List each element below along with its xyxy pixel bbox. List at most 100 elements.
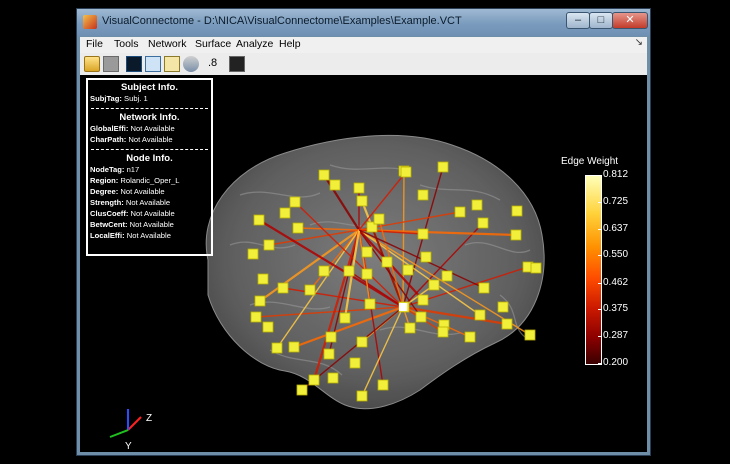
brain-node[interactable]	[404, 322, 416, 334]
info-row: Strength: Not Available	[90, 198, 171, 207]
axis-triad: Z Y	[109, 409, 152, 452]
app-icon	[83, 15, 97, 29]
brain-node[interactable]	[373, 213, 385, 225]
colorbar-title: Edge Weight	[561, 156, 619, 167]
colorbar-tick: 0.812	[597, 169, 629, 180]
colorbar-tick: 0.200	[597, 357, 629, 368]
title-bar[interactable]: VisualConnectome - D:\NICA\VisualConnect…	[77, 9, 650, 36]
brain-node[interactable]	[437, 326, 449, 338]
brain-node[interactable]	[325, 331, 337, 343]
brain-node[interactable]	[474, 309, 486, 321]
menu-help[interactable]: Help	[279, 38, 301, 50]
brain-node[interactable]	[454, 206, 466, 218]
colorbar-tick: 0.550	[597, 249, 629, 260]
brain-node[interactable]	[262, 321, 274, 333]
brain-node[interactable]	[327, 372, 339, 384]
info-row: Region: Rolandic_Oper_L	[90, 176, 180, 185]
node-info-title: Node Info.	[126, 153, 173, 164]
brain-node[interactable]	[377, 379, 389, 391]
brain-node[interactable]	[364, 298, 376, 310]
brain-node[interactable]	[323, 348, 335, 360]
brain-node[interactable]	[415, 311, 427, 323]
brain-node[interactable]	[477, 217, 489, 229]
axis-y-label: Y	[125, 441, 132, 452]
brain-node[interactable]	[420, 251, 432, 263]
brain-node[interactable]	[353, 182, 365, 194]
info-row: BetwCent: Not Available	[90, 220, 174, 229]
brain-node[interactable]	[343, 265, 355, 277]
folder-open-icon[interactable]	[84, 56, 100, 72]
brain-node[interactable]	[471, 199, 483, 211]
menu-surface[interactable]: Surface	[195, 38, 231, 50]
menu-bar: File Tools Network Surface Analyze Help …	[80, 37, 647, 53]
snapshot-icon[interactable]	[229, 56, 245, 72]
info-row: CharPath: Not Available	[90, 135, 173, 144]
brain-node[interactable]	[339, 312, 351, 324]
menu-tools[interactable]: Tools	[114, 38, 139, 50]
brain-node[interactable]	[263, 239, 275, 251]
brain-node[interactable]	[381, 256, 393, 268]
copy-icon[interactable]	[164, 56, 180, 72]
maximize-button[interactable]: □	[589, 12, 613, 29]
brain-node[interactable]	[361, 246, 373, 258]
brain-node[interactable]	[464, 331, 476, 343]
brain-node[interactable]	[289, 196, 301, 208]
brain-node[interactable]	[417, 228, 429, 240]
brain-node[interactable]	[510, 229, 522, 241]
brain-node[interactable]	[356, 390, 368, 402]
brain-node[interactable]	[417, 189, 429, 201]
brain-node[interactable]	[318, 169, 330, 181]
brain-node[interactable]	[279, 207, 291, 219]
brain-node[interactable]	[417, 294, 429, 306]
brain-node[interactable]	[478, 282, 490, 294]
brain-node[interactable]	[304, 284, 316, 296]
brain-node[interactable]	[254, 295, 266, 307]
brain-node[interactable]	[329, 179, 341, 191]
brain-node[interactable]	[356, 336, 368, 348]
brain-node[interactable]	[253, 214, 265, 226]
selected-node[interactable]	[399, 303, 407, 311]
dock-arrow-icon[interactable]: ↘	[635, 37, 643, 48]
brain-node[interactable]	[257, 273, 269, 285]
brain-node[interactable]	[428, 279, 440, 291]
brain-node[interactable]	[349, 357, 361, 369]
brain-node[interactable]	[511, 205, 523, 217]
colorbar-tick: 0.637	[597, 223, 629, 234]
brain-node[interactable]	[277, 282, 289, 294]
settings-icon[interactable]	[183, 56, 199, 72]
save-icon[interactable]	[103, 56, 119, 72]
brain-node[interactable]	[441, 270, 453, 282]
brain-node[interactable]	[361, 268, 373, 280]
menu-analyze[interactable]: Analyze	[236, 38, 273, 50]
brain-node[interactable]	[292, 222, 304, 234]
info-row: ClusCoeff: Not Available	[90, 209, 175, 218]
threshold-value[interactable]: .8	[208, 57, 217, 69]
brain-node[interactable]	[271, 342, 283, 354]
brain-node[interactable]	[288, 341, 300, 353]
menu-network[interactable]: Network	[148, 38, 187, 50]
render-canvas[interactable]: Z Y Subject Info. SubjTag: Subj. 1 Netwo…	[80, 75, 647, 452]
brain-node[interactable]	[497, 301, 509, 313]
brain-node[interactable]	[356, 195, 368, 207]
brain-node[interactable]	[437, 161, 449, 173]
brain-node[interactable]	[247, 248, 259, 260]
info-panel: Subject Info. SubjTag: Subj. 1 Network I…	[86, 78, 213, 256]
info-row: GlobalEffi: Not Available	[90, 124, 175, 133]
brain-node[interactable]	[400, 166, 412, 178]
brain-node[interactable]	[530, 262, 542, 274]
colorbar-tick: 0.287	[597, 330, 629, 341]
subject-info-title: Subject Info.	[121, 82, 178, 93]
brain-node[interactable]	[296, 384, 308, 396]
minimize-button[interactable]: –	[566, 12, 590, 29]
brain-node[interactable]	[501, 318, 513, 330]
brain-node[interactable]	[250, 311, 262, 323]
brain-node[interactable]	[402, 264, 414, 276]
view-panel-icon[interactable]	[145, 56, 161, 72]
info-row: NodeTag: n17	[90, 165, 140, 174]
brain-node[interactable]	[308, 374, 320, 386]
brain-node[interactable]	[318, 265, 330, 277]
close-button[interactable]: ✕	[612, 12, 648, 29]
view-mode-icon[interactable]	[126, 56, 142, 72]
brain-node[interactable]	[524, 329, 536, 341]
menu-file[interactable]: File	[86, 38, 103, 50]
